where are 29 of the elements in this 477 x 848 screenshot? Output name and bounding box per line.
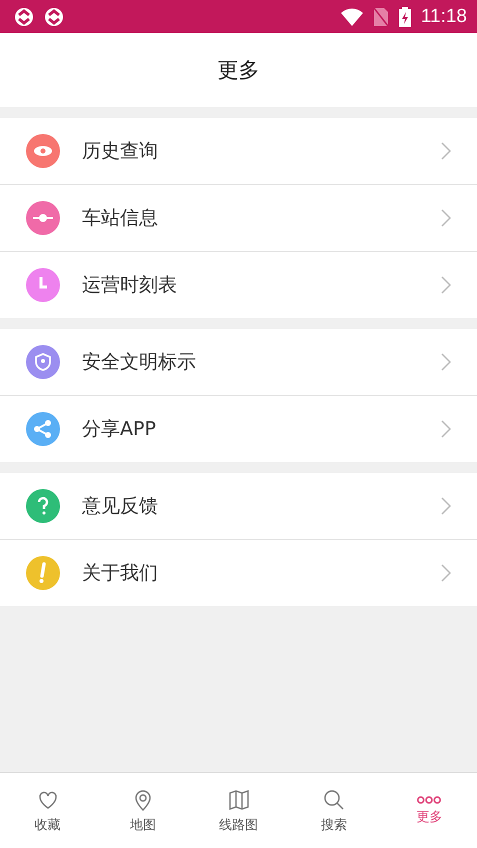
menu-item[interactable]: 车站信息	[0, 184, 477, 251]
chevron-icon	[441, 209, 451, 227]
tab-item[interactable]: 搜索	[286, 773, 382, 848]
menu-item[interactable]: 安全文明标示	[0, 329, 477, 395]
menu-item[interactable]: 意见反馈	[0, 473, 477, 539]
menu-item[interactable]: 分享APP	[0, 395, 477, 462]
wifi-icon	[340, 8, 363, 26]
chevron-icon	[441, 420, 451, 438]
chevron-icon	[441, 353, 451, 371]
chevron-icon	[441, 564, 451, 582]
app-notification-icon	[14, 6, 34, 26]
chevron-icon	[441, 276, 451, 294]
chevron-icon	[441, 497, 451, 515]
app-notification-icon	[44, 6, 64, 26]
no-sim-icon	[372, 6, 389, 26]
more-dots-icon	[417, 796, 442, 804]
battery-charging-icon	[398, 6, 411, 26]
menu-item[interactable]: 历史查询	[0, 118, 477, 184]
menu-item[interactable]: 关于我们	[0, 539, 477, 606]
tab-item[interactable]: 更多	[382, 773, 477, 848]
menu-item[interactable]: 运营时刻表	[0, 251, 477, 318]
status-time: 11:18	[420, 6, 467, 28]
page-title: 更多	[218, 57, 260, 84]
search-icon	[322, 788, 346, 812]
map-icon	[226, 788, 251, 812]
tab-item[interactable]: 收藏	[0, 773, 96, 848]
chevron-icon	[441, 142, 451, 160]
tab-item[interactable]: 线路图	[190, 773, 286, 848]
tab-item[interactable]: 地图	[95, 773, 191, 848]
